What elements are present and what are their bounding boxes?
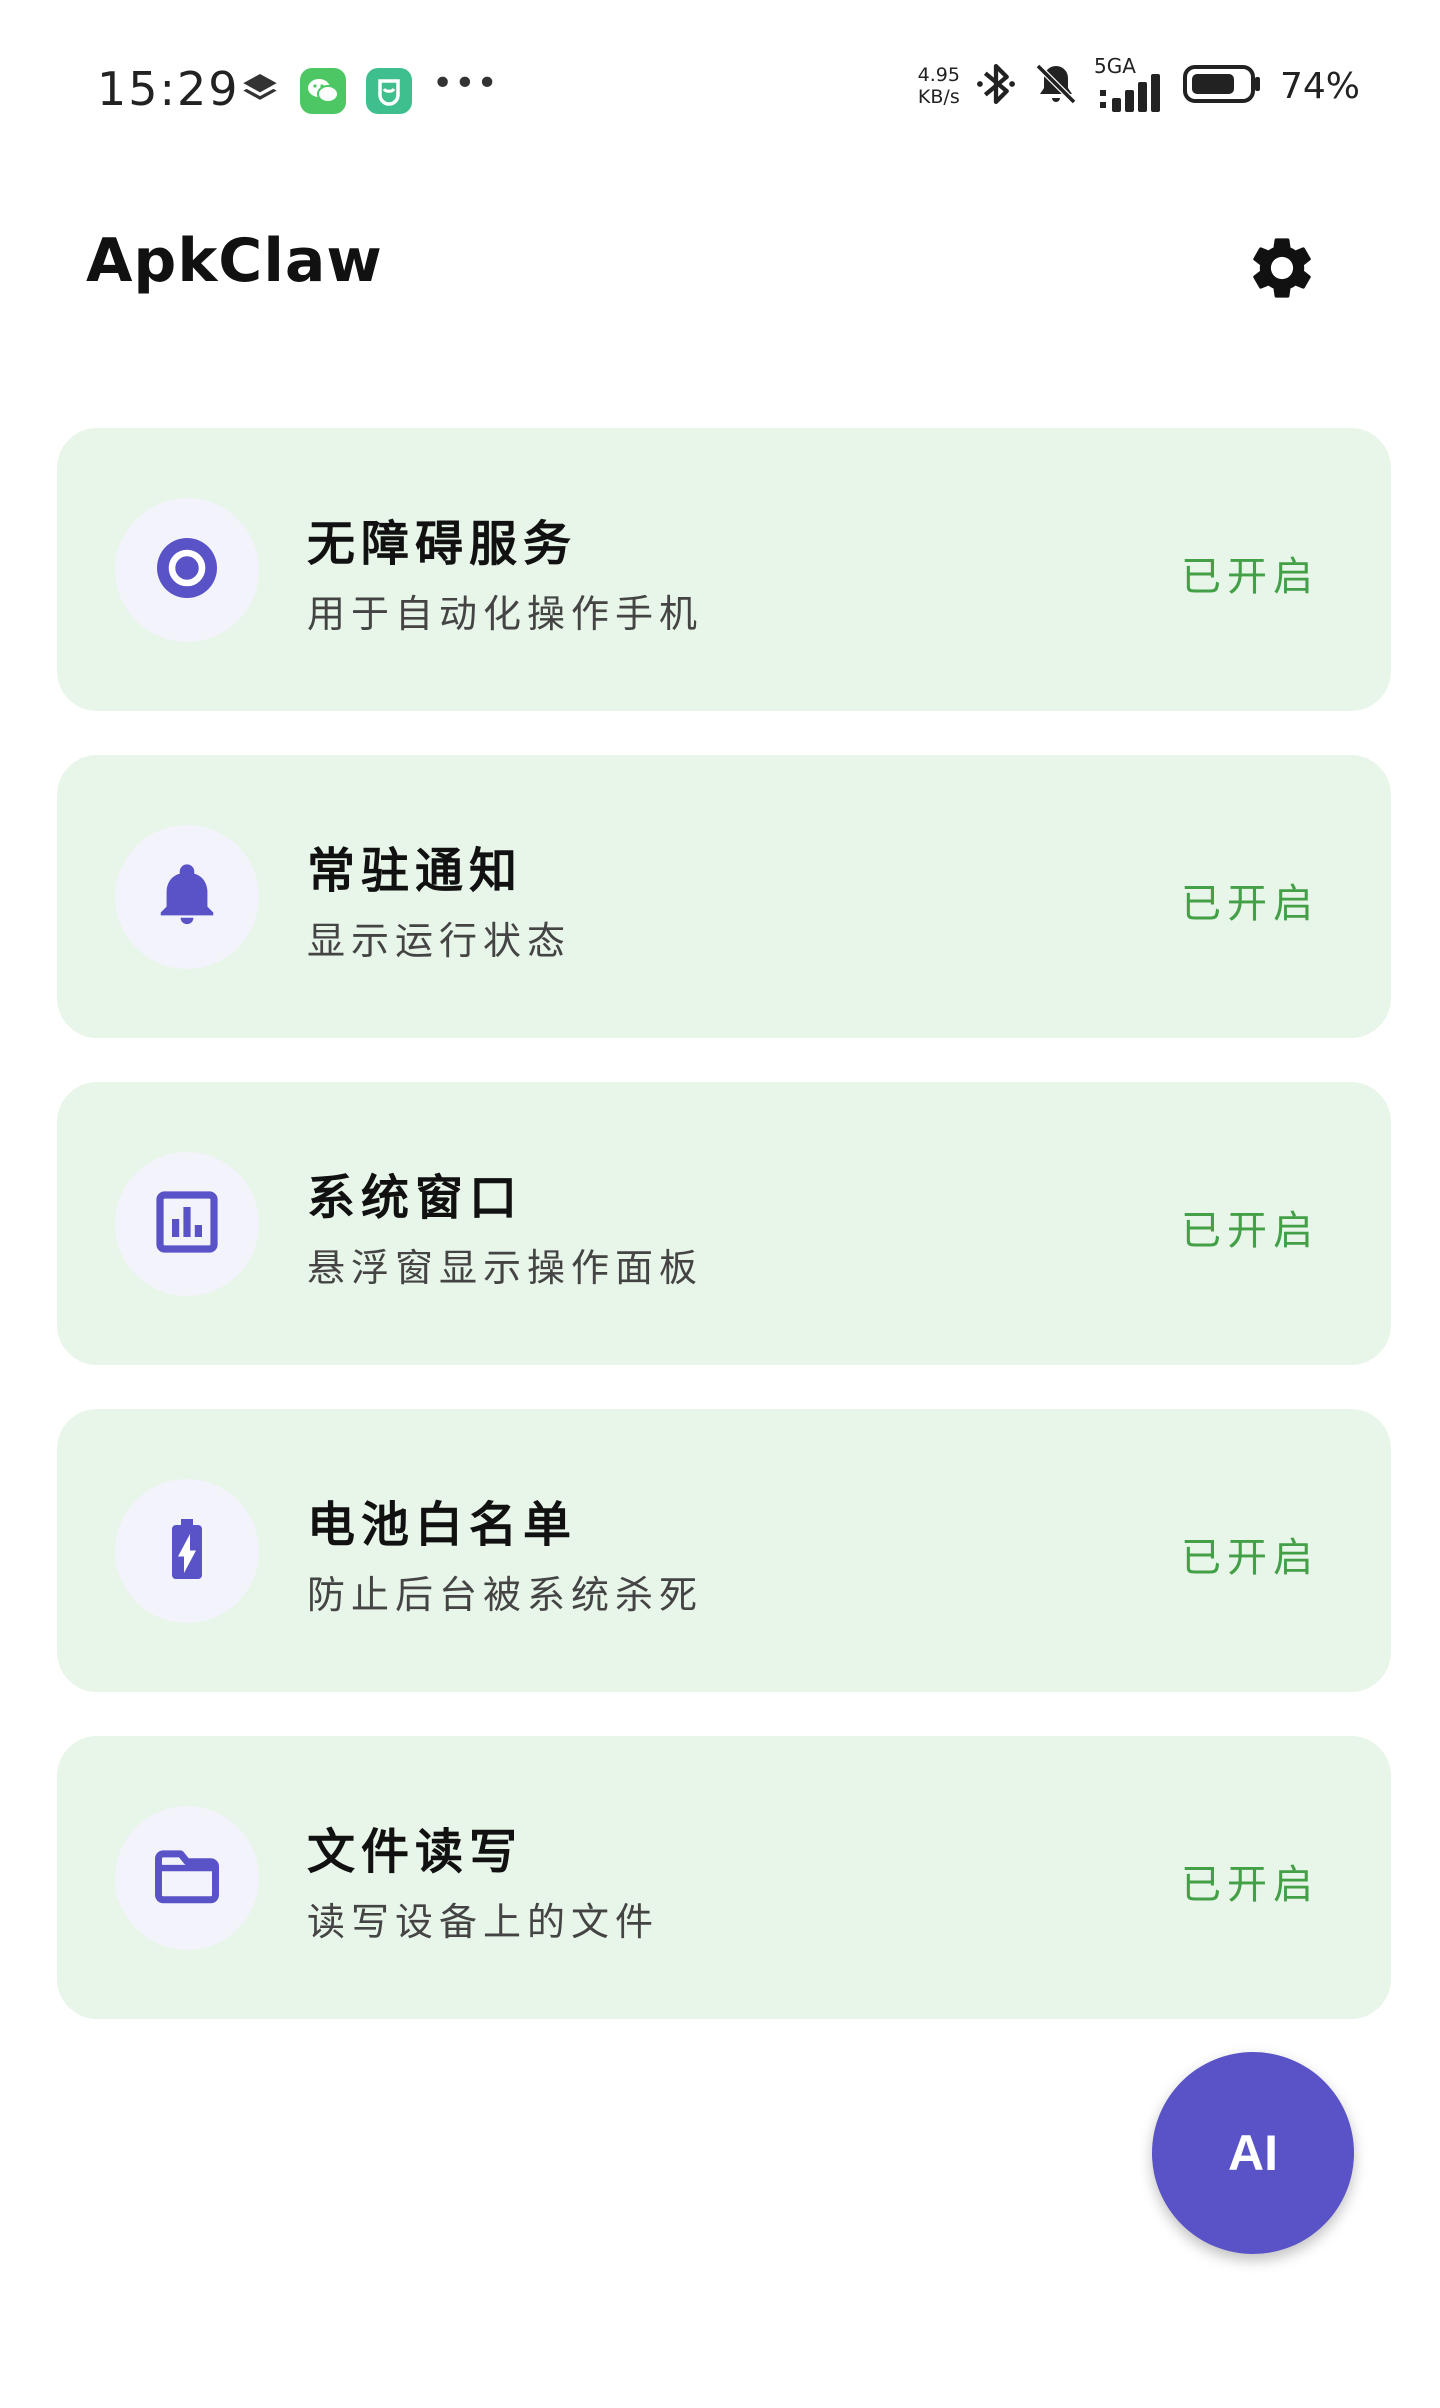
network-speed: 4.95 KB/s <box>918 64 960 108</box>
battery-percent: 74% <box>1279 65 1360 107</box>
card-accessibility-service[interactable]: 无障碍服务 用于自动化操作手机 已开启 <box>57 428 1391 711</box>
bluetooth-icon <box>974 59 1018 113</box>
card-battery-whitelist[interactable]: 电池白名单 防止后台被系统杀死 已开启 <box>57 1409 1391 1692</box>
card-description: 用于自动化操作手机 <box>307 592 704 636</box>
status-label: 已开启 <box>1181 881 1319 927</box>
card-description: 防止后台被系统杀死 <box>307 1573 704 1617</box>
status-label: 已开启 <box>1181 1535 1319 1581</box>
bell-icon <box>152 860 222 934</box>
card-icon-circle <box>115 1152 259 1296</box>
card-system-window[interactable]: 系统窗口 悬浮窗显示操作面板 已开启 <box>57 1082 1391 1365</box>
mi-home-icon <box>366 68 412 114</box>
folder-icon <box>149 1838 225 1918</box>
notification-icons: ••• <box>240 63 499 114</box>
card-title: 常驻通知 <box>307 843 524 899</box>
layers-icon <box>240 69 280 113</box>
status-bar: 15:29 ••• 4.95 KB/s 5GA 74% <box>0 0 1440 190</box>
status-time: 15:29 <box>97 62 240 116</box>
radio-target-icon <box>151 532 223 608</box>
settings-button[interactable] <box>1240 228 1324 312</box>
card-title: 电池白名单 <box>307 1497 578 1553</box>
card-icon-circle <box>115 825 259 969</box>
wechat-icon <box>300 68 346 114</box>
card-file-access[interactable]: 文件读写 读写设备上的文件 已开启 <box>57 1736 1391 2019</box>
card-icon-circle <box>115 1479 259 1623</box>
card-title: 系统窗口 <box>307 1170 524 1226</box>
status-label: 已开启 <box>1181 1208 1319 1254</box>
card-title: 文件读写 <box>307 1824 524 1880</box>
status-label: 已开启 <box>1181 1862 1319 1908</box>
net-speed-unit: KB/s <box>917 86 960 108</box>
status-label: 已开启 <box>1181 554 1319 600</box>
mute-icon <box>1032 60 1080 112</box>
battery-charging-icon <box>151 1513 223 1589</box>
bar-chart-icon <box>151 1186 223 1262</box>
system-indicators: 4.95 KB/s 5GA 74% <box>918 54 1360 114</box>
card-description: 悬浮窗显示操作面板 <box>307 1246 704 1290</box>
gear-icon <box>1245 231 1319 309</box>
net-speed-value: 4.95 <box>917 64 960 86</box>
battery-icon <box>1182 62 1262 110</box>
app-title: ApkClaw <box>86 226 383 296</box>
more-notifications-icon: ••• <box>432 63 499 104</box>
signal-icon: 5GA <box>1094 54 1168 114</box>
ai-fab-button[interactable]: AI <box>1152 2052 1354 2254</box>
card-title: 无障碍服务 <box>307 516 578 572</box>
permission-list: 无障碍服务 用于自动化操作手机 已开启 常驻通知 显示运行状态 已开启 系统窗口… <box>57 428 1391 2063</box>
card-persistent-notification[interactable]: 常驻通知 显示运行状态 已开启 <box>57 755 1391 1038</box>
card-icon-circle <box>115 498 259 642</box>
card-description: 显示运行状态 <box>307 919 572 963</box>
card-description: 读写设备上的文件 <box>307 1900 660 1944</box>
card-icon-circle <box>115 1806 259 1950</box>
